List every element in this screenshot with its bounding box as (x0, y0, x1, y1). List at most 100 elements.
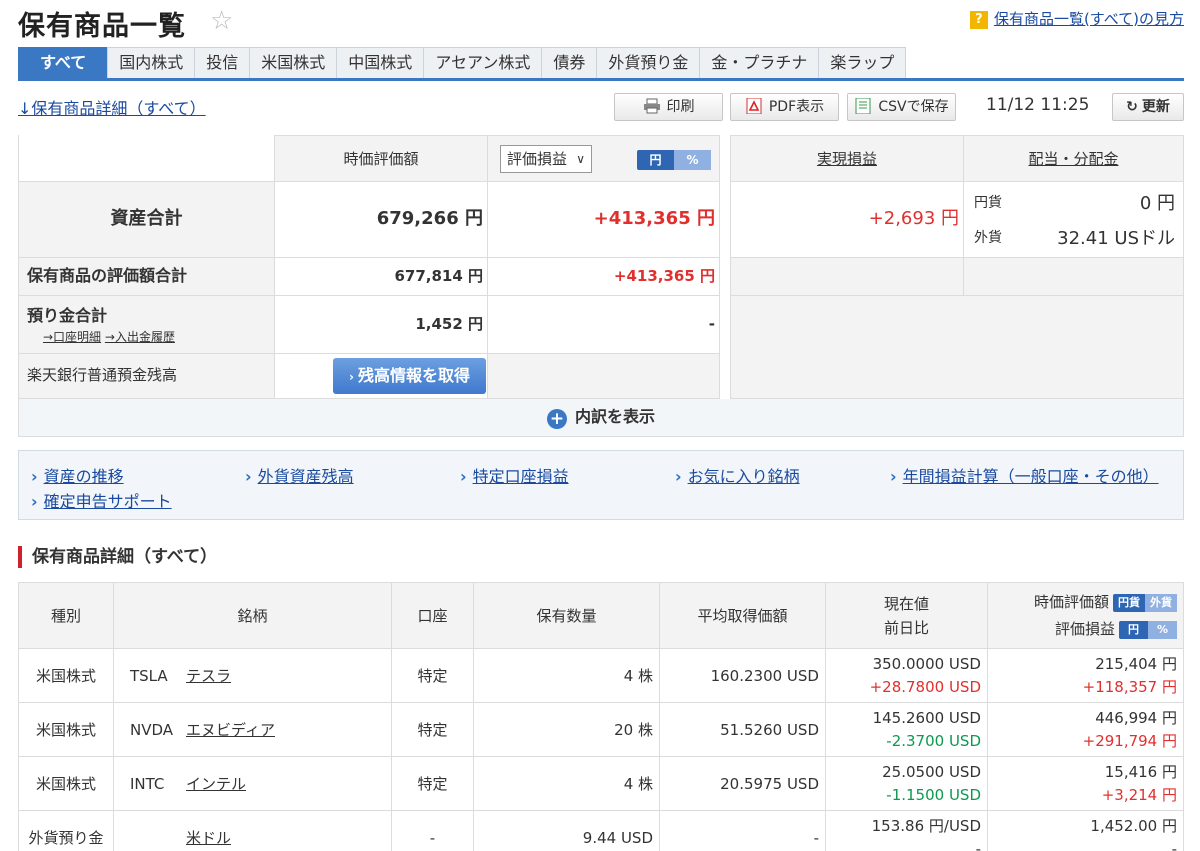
section-title: 保有商品詳細（すべて） (18, 546, 217, 568)
unit-toggle[interactable]: 円% (637, 150, 711, 170)
col-value: 時価評価額 円貨 外貨 評価損益円% (987, 582, 1184, 649)
pl-type-select[interactable]: 評価損益 ∨ (500, 145, 592, 173)
realized-pl-link[interactable]: 実現損益 (817, 150, 877, 168)
row-value: 1,452.00 円 (1090, 816, 1177, 835)
row-price: 350.0000 USD (872, 654, 981, 673)
annual-pl-calc-link[interactable]: 年間損益計算（一般口座・その他） (890, 463, 1159, 487)
tax-return-support-link[interactable]: 確定申告サポート (31, 488, 172, 512)
deposit-history-link[interactable]: →入出金履歴 (105, 330, 175, 344)
row-value-cell: 15,416 円 +3,214 円 (987, 756, 1184, 811)
unit-percent[interactable]: % (674, 150, 711, 170)
csv-icon (855, 98, 871, 114)
col-price: 現在値 前日比 (825, 582, 988, 649)
fetch-balance-label: 残高情報を取得 (357, 366, 470, 385)
pdf-button[interactable]: PDF表示 (730, 93, 839, 121)
product-tabs: すべて 国内株式 投信 米国株式 中国株式 アセアン株式 債券 外貨預り金 金・… (18, 47, 1184, 81)
div-fx-label: 外貨 (974, 230, 1002, 246)
tab-china-stocks[interactable]: 中国株式 (336, 47, 425, 78)
pl-unit-yen[interactable]: 円 (1119, 621, 1148, 639)
print-button[interactable]: 印刷 (614, 93, 723, 121)
expand-breakdown-button[interactable]: + 内訳を表示 (18, 399, 1184, 437)
row-name-link[interactable]: テスラ (186, 667, 231, 685)
col-name: 銘柄 (113, 582, 392, 649)
tab-us-stocks[interactable]: 米国株式 (249, 47, 338, 78)
row-value: 446,994 円 (1095, 708, 1177, 727)
row-avg-cost: 160.2300 USD (659, 648, 826, 703)
account-statement-link[interactable]: →口座明細 (43, 330, 101, 344)
tab-funds[interactable]: 投信 (194, 47, 251, 78)
expand-breakdown-label: 内訳を表示 (574, 407, 655, 426)
col-change-label: 前日比 (883, 618, 929, 637)
row-qty: 4 株 (473, 648, 660, 703)
currency-fx[interactable]: 外貨 (1145, 593, 1177, 612)
row-qty: 4 株 (473, 756, 660, 811)
favorite-star-icon[interactable]: ☆ (210, 6, 233, 36)
total-assets-label: 資産合計 (18, 182, 275, 258)
tab-bonds[interactable]: 債券 (541, 47, 598, 78)
tab-domestic-stocks[interactable]: 国内株式 (107, 47, 196, 78)
table-row: 外貨預り金 米ドル -9.44 USD -153.86 円/USD -1,452.00 … (18, 810, 1184, 851)
row-change: - (975, 839, 981, 851)
row-name-cell: 米ドル (113, 810, 392, 851)
tab-fx-deposits[interactable]: 外貨預り金 (596, 47, 701, 78)
refresh-button[interactable]: ↻ 更新 (1112, 93, 1184, 121)
refresh-label: 更新 (1141, 99, 1170, 115)
unit-yen[interactable]: 円 (637, 150, 674, 170)
specific-account-pl-link[interactable]: 特定口座損益 (460, 463, 569, 487)
row-name-cell: TSLA テスラ (113, 648, 392, 703)
tab-asean-stocks[interactable]: アセアン株式 (423, 47, 543, 78)
help-link[interactable]: ? 保有商品一覧(すべて)の見方 (969, 8, 1184, 29)
row-account: 特定 (391, 702, 474, 757)
holdings-body: 米国株式 TSLA テスラ 特定 4 株 160.2300 USD 350.0000 USD… (18, 648, 1184, 851)
col-account: 口座 (391, 582, 474, 649)
table-row: 米国株式 TSLA テスラ 特定 4 株 160.2300 USD 350.0000 USD… (18, 648, 1184, 703)
row-change: +28.7800 USD (869, 677, 981, 696)
last-updated-time: 11/12 11:25 (986, 95, 1090, 115)
col-qty: 保有数量 (473, 582, 660, 649)
tab-rakuwrap[interactable]: 楽ラップ (818, 47, 907, 78)
table-row: 米国株式 NVDA エヌビディア 特定 20 株 51.5260 USD 145.2600 … (18, 702, 1184, 757)
row-name-link[interactable]: エヌビディア (186, 721, 275, 739)
pl-unit-percent[interactable]: % (1147, 620, 1177, 639)
tab-all[interactable]: すべて (18, 47, 109, 78)
dividends-link[interactable]: 配当・分配金 (1028, 150, 1118, 168)
currency-toggle[interactable]: 円貨 外貨 (1113, 593, 1177, 612)
fx-asset-balance-link[interactable]: 外貨資産残高 (245, 463, 354, 487)
row-name-link[interactable]: インテル (186, 775, 246, 793)
row-price-cell: 153.86 円/USD - (825, 810, 988, 851)
pdf-label: PDF表示 (768, 99, 825, 115)
right-empty (730, 296, 1184, 399)
row-change: -2.3700 USD (886, 731, 981, 750)
summary-corner (18, 135, 275, 182)
chevron-down-icon: ∨ (576, 152, 585, 166)
row-ticker: INTC (130, 775, 165, 793)
row-account: - (391, 810, 474, 851)
favorite-stocks-link[interactable]: お気に入り銘柄 (675, 463, 800, 487)
col-price-label: 現在値 (883, 594, 929, 613)
row-avg-cost: 20.5975 USD (659, 756, 826, 811)
holdings-detail-link[interactable]: ↓保有商品詳細（すべて） (18, 95, 206, 119)
row-pl: +291,794 円 (1082, 731, 1177, 750)
bank-balance-empty (488, 354, 720, 399)
fetch-balance-button[interactable]: › 残高情報を取得 (333, 358, 486, 394)
pl-unit-toggle[interactable]: 円% (1118, 620, 1177, 639)
csv-button[interactable]: CSVで保存 (847, 93, 956, 121)
row-pl: +3,214 円 (1101, 785, 1177, 804)
printer-icon (643, 98, 660, 114)
row-qty: 20 株 (473, 702, 660, 757)
holdings-total-value: 677,814 円 (275, 258, 488, 296)
tab-gold-platinum[interactable]: 金・プラチナ (699, 47, 820, 78)
row-avg-cost: 51.5260 USD (659, 702, 826, 757)
row-name-link[interactable]: 米ドル (186, 829, 231, 847)
asset-history-link[interactable]: 資産の推移 (31, 463, 124, 487)
row-value-cell: 215,404 円 +118,357 円 (987, 648, 1184, 703)
currency-jpy[interactable]: 円貨 (1113, 594, 1145, 612)
col-market-value: 時価評価額 (275, 135, 488, 182)
pl-type-select-value: 評価損益 (507, 150, 568, 168)
col-value-label: 時価評価額 (1033, 592, 1109, 611)
row-type: 米国株式 (18, 648, 114, 703)
quick-links: 資産の推移 外貨資産残高 特定口座損益 お気に入り銘柄 年間損益計算（一般口座・… (18, 450, 1184, 520)
total-assets-value: 679,266 円 (275, 182, 488, 258)
div-jpy-value: 0 円 (1139, 193, 1175, 214)
realized-pl-value: +2,693 円 (730, 182, 964, 258)
